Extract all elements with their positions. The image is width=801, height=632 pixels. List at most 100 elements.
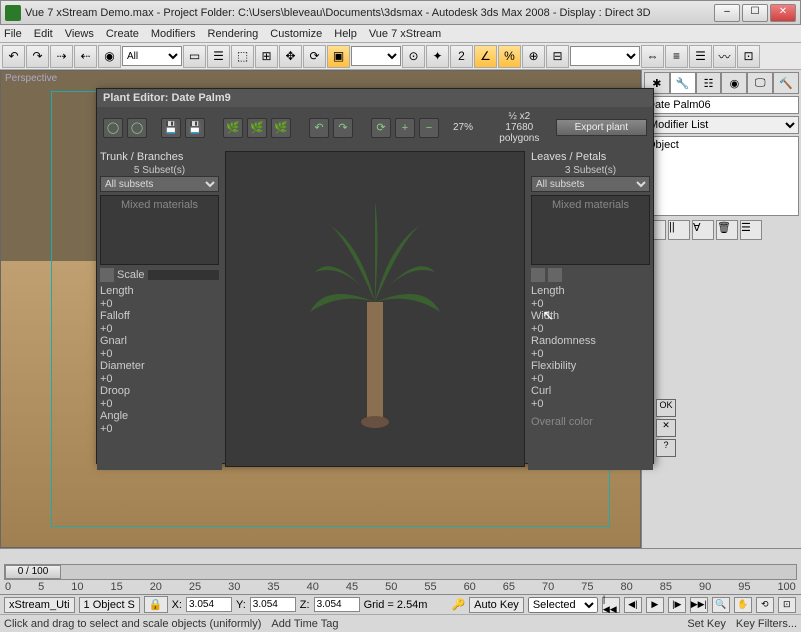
spinner-snap-button[interactable]: ⊕ xyxy=(522,45,545,68)
z-field[interactable] xyxy=(314,597,360,612)
pe-variant3-button[interactable]: 🌿 xyxy=(271,118,291,138)
trunk-angle-val[interactable]: +0 xyxy=(100,423,113,435)
stack-item[interactable]: Object xyxy=(647,139,796,151)
menu-create[interactable]: Create xyxy=(106,28,139,40)
menu-modifiers[interactable]: Modifiers xyxy=(151,28,196,40)
show-end-button[interactable]: || xyxy=(668,220,690,240)
named-sel-dropdown[interactable] xyxy=(570,46,640,66)
trunk-gnarl-val[interactable]: +0 xyxy=(100,348,113,360)
select-region-button[interactable]: ⬚ xyxy=(231,45,254,68)
trunk-diameter-val[interactable]: +0 xyxy=(100,373,113,385)
nav-pan-button[interactable]: ✋ xyxy=(734,597,752,613)
menu-edit[interactable]: Edit xyxy=(34,28,53,40)
select-button[interactable]: ▭ xyxy=(183,45,206,68)
snap-angle-button[interactable]: ∠ xyxy=(474,45,497,68)
autokey-button[interactable]: Auto Key xyxy=(469,597,524,613)
modifier-list-dropdown[interactable]: Modifier List xyxy=(644,116,799,134)
time-slider[interactable]: 0 / 100 05101520253035404550556065707580… xyxy=(4,564,797,580)
pe-undo-button[interactable]: ↶ xyxy=(309,118,329,138)
add-time-tag[interactable]: Add Time Tag xyxy=(271,618,338,630)
layers-button[interactable]: ☰ xyxy=(689,45,712,68)
tab-utilities[interactable]: 🔨 xyxy=(773,72,799,94)
window-crossing-button[interactable]: ⊞ xyxy=(255,45,278,68)
modifier-stack[interactable]: Object xyxy=(644,136,799,216)
nav-orbit-button[interactable]: ⟲ xyxy=(756,597,774,613)
named-sel-button[interactable]: ⊟ xyxy=(546,45,569,68)
tab-modify[interactable]: 🔧 xyxy=(670,72,696,94)
undo-button[interactable]: ↶ xyxy=(2,45,25,68)
pe-zoomout-button[interactable]: − xyxy=(419,118,439,138)
pe-zoomin-button[interactable]: + xyxy=(395,118,415,138)
close-button[interactable]: ✕ xyxy=(770,4,796,22)
leaves-material-box[interactable]: Mixed materials xyxy=(531,195,650,265)
remove-mod-button[interactable]: 🗑 xyxy=(716,220,738,240)
maximize-button[interactable]: ☐ xyxy=(742,4,768,22)
snap-percent-button[interactable]: % xyxy=(498,45,521,68)
bind-button[interactable]: ◉ xyxy=(98,45,121,68)
keyfilters-button[interactable]: Key Filters... xyxy=(736,618,797,630)
pe-ok-button[interactable]: OK xyxy=(656,399,676,417)
selection-filter[interactable]: All xyxy=(122,46,182,66)
move-button[interactable]: ✥ xyxy=(279,45,302,68)
snap-2d-button[interactable]: 2 xyxy=(450,45,473,68)
menu-customize[interactable]: Customize xyxy=(270,28,322,40)
nav-zoom-button[interactable]: 🔍 xyxy=(712,597,730,613)
menu-file[interactable]: File xyxy=(4,28,22,40)
menu-rendering[interactable]: Rendering xyxy=(208,28,259,40)
next-frame-button[interactable]: |▶ xyxy=(668,597,686,613)
menu-help[interactable]: Help xyxy=(334,28,357,40)
pe-cancel-button[interactable]: ✕ xyxy=(656,419,676,437)
xstream-util-button[interactable]: xStream_Uti xyxy=(4,597,75,613)
leaves-flexibility-val[interactable]: +0 xyxy=(531,373,544,385)
link-button[interactable]: ⇢ xyxy=(50,45,73,68)
tab-display[interactable]: 🖵 xyxy=(747,72,773,94)
pe-save-button[interactable]: 💾 xyxy=(161,118,181,138)
pe-load-button[interactable]: ◯ xyxy=(127,118,147,138)
prev-frame-button[interactable]: ◀| xyxy=(624,597,642,613)
schematic-button[interactable]: ⊡ xyxy=(737,45,760,68)
object-name-field[interactable] xyxy=(644,96,799,114)
menu-views[interactable]: Views xyxy=(65,28,94,40)
leaves-randomness-val[interactable]: +0 xyxy=(531,348,544,360)
play-button[interactable]: ▶ xyxy=(646,597,664,613)
align-button[interactable]: ≡ xyxy=(665,45,688,68)
trunk-falloff-val[interactable]: +0 xyxy=(100,323,113,335)
pe-redo-button[interactable]: ↷ xyxy=(333,118,353,138)
key-mode-dropdown[interactable]: Selected xyxy=(528,597,598,613)
setkey-button[interactable]: Set Key xyxy=(687,618,726,630)
pivot-button[interactable]: ⊙ xyxy=(402,45,425,68)
redo-button[interactable]: ↷ xyxy=(26,45,49,68)
select-name-button[interactable]: ☰ xyxy=(207,45,230,68)
trunk-length-val[interactable]: +0 xyxy=(100,298,113,310)
y-field[interactable] xyxy=(250,597,296,612)
pe-saveas-button[interactable]: 💾 xyxy=(185,118,205,138)
menu-vue[interactable]: Vue 7 xStream xyxy=(369,28,441,40)
tab-motion[interactable]: ◉ xyxy=(721,72,747,94)
x-field[interactable] xyxy=(186,597,232,612)
tab-hierarchy[interactable]: ☷ xyxy=(696,72,722,94)
trunk-material-box[interactable]: Mixed materials xyxy=(100,195,219,265)
scale-button[interactable]: ▣ xyxy=(327,45,350,68)
configure-button[interactable]: ☰ xyxy=(740,220,762,240)
leaves-subset-dropdown[interactable]: All subsets xyxy=(531,176,650,192)
pe-variant2-button[interactable]: 🌿 xyxy=(247,118,267,138)
plant-preview[interactable]: ↖ xyxy=(225,151,525,467)
curve-editor-button[interactable]: 〰 xyxy=(713,45,736,68)
nav-max-button[interactable]: ⊡ xyxy=(778,597,796,613)
time-slider-thumb[interactable]: 0 / 100 xyxy=(5,565,61,579)
lock-button[interactable]: 🔒 xyxy=(144,596,168,613)
rotate-button[interactable]: ⟳ xyxy=(303,45,326,68)
pe-new-button[interactable]: ◯ xyxy=(103,118,123,138)
pe-refresh-button[interactable]: ⟳ xyxy=(371,118,391,138)
mirror-button[interactable]: ⇔ xyxy=(641,45,664,68)
trunk-droop-val[interactable]: +0 xyxy=(100,398,113,410)
minimize-button[interactable]: – xyxy=(714,4,740,22)
goto-start-button[interactable]: |◀◀ xyxy=(602,597,620,613)
unlink-button[interactable]: ⇠ xyxy=(74,45,97,68)
pe-variant-button[interactable]: 🌿 xyxy=(223,118,243,138)
manipulate-button[interactable]: ✦ xyxy=(426,45,449,68)
trunk-scale-slider[interactable] xyxy=(148,270,219,280)
make-unique-button[interactable]: ∀ xyxy=(692,220,714,240)
leaves-width-val[interactable]: +0 xyxy=(531,323,544,335)
export-plant-button[interactable]: Export plant xyxy=(556,119,647,136)
